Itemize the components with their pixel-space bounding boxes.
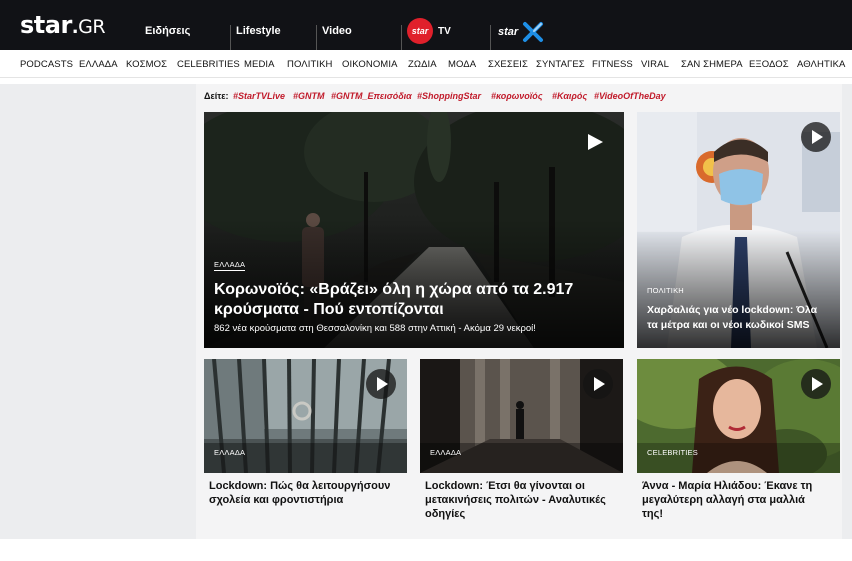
play-icon[interactable] <box>801 369 831 399</box>
category-politics[interactable]: ΠΟΛΙΤΙΚΗ <box>287 59 333 70</box>
nav-divider <box>490 25 491 50</box>
trending-tag-startvlive[interactable]: #StarTVLive <box>233 91 285 101</box>
category-world[interactable]: ΚΟΣΜΟΣ <box>126 59 167 70</box>
nav-divider <box>316 25 317 50</box>
nav-divider <box>401 25 402 50</box>
main-story-subtitle: 862 νέα κρούσματα στη Θεσσαλονίκη και 58… <box>214 323 536 334</box>
category-relationships[interactable]: ΣΧΕΣΕΙΣ <box>488 59 528 70</box>
trending-label: Δείτε: <box>204 91 229 101</box>
side-story-title[interactable]: Χαρδαλιάς για νέο lockdown: Όλα τα μέτρα… <box>647 303 837 333</box>
category-horoscope[interactable]: ΖΩΔΙΑ <box>408 59 437 70</box>
nav-news[interactable]: Ειδήσεις <box>145 25 190 37</box>
trending-tag-coronavirus[interactable]: #κορωνοϊός <box>491 91 543 101</box>
trending-tag-gntm-episodes[interactable]: #GNTM_Επεισόδια <box>331 91 412 101</box>
category-fashion[interactable]: ΜΟΔΑ <box>448 59 476 70</box>
play-icon[interactable] <box>801 122 831 152</box>
play-icon[interactable] <box>588 134 603 150</box>
category-fitness[interactable]: FITNESS <box>592 59 633 70</box>
star-x-label[interactable]: star <box>498 26 518 38</box>
category-recipes[interactable]: ΣΥΝΤΑΓΕΣ <box>536 59 585 70</box>
category-media[interactable]: MEDIA <box>244 59 275 70</box>
category-on-this-day[interactable]: ΣΑΝ ΣΗΜΕΡΑ <box>681 59 743 70</box>
category-nav: PODCASTS ΕΛΛΑΔΑ ΚΟΣΜΟΣ CELEBRITIES MEDIA… <box>0 50 852 78</box>
nav-video[interactable]: Video <box>322 25 352 37</box>
star-x-icon[interactable] <box>522 21 544 43</box>
story-category-movements[interactable]: ΕΛΛΑΔΑ <box>430 448 461 457</box>
star-tv-logo[interactable]: star <box>407 18 433 44</box>
side-story-category[interactable]: ΠΟΛΙΤΙΚΗ <box>647 286 684 295</box>
story-title-schools[interactable]: Lockdown: Πώς θα λειτουργήσουν σχολεία κ… <box>209 479 404 507</box>
star-tv-label[interactable]: TV <box>438 26 451 37</box>
trending-tag-gntm[interactable]: #GNTM <box>293 91 325 101</box>
nav-divider <box>230 25 231 50</box>
main-story-category[interactable]: ΕΛΛΑΔΑ <box>214 260 245 271</box>
category-podcasts[interactable]: PODCASTS <box>20 59 73 70</box>
right-margin-area <box>842 84 852 539</box>
play-icon[interactable] <box>366 369 396 399</box>
category-greece[interactable]: ΕΛΛΑΔΑ <box>79 59 118 70</box>
trending-tag-weather[interactable]: #Καιρός <box>552 91 587 101</box>
trending-tag-shoppingstar[interactable]: #ShoppingStar <box>417 91 481 101</box>
play-icon[interactable] <box>583 369 613 399</box>
trending-tag-videooftheday[interactable]: #VideoOfTheDay <box>594 91 666 101</box>
story-title-celebrity[interactable]: Άννα - Μαρία Ηλιάδου: Έκανε τη μεγαλύτερ… <box>642 479 837 521</box>
top-bar: star.GR Ειδήσεις Lifestyle Video star TV… <box>0 0 852 50</box>
main-story-title[interactable]: Κορωνοϊός: «Βράζει» όλη η χώρα από τα 2.… <box>214 280 614 320</box>
left-sidebar-area <box>0 84 196 539</box>
nav-lifestyle[interactable]: Lifestyle <box>236 25 281 37</box>
story-category-schools[interactable]: ΕΛΛΑΔΑ <box>214 448 245 457</box>
site-logo[interactable]: star.GR <box>20 11 106 39</box>
category-celebrities[interactable]: CELEBRITIES <box>177 59 240 70</box>
category-sports[interactable]: ΑΘΛΗΤΙΚΑ <box>797 59 845 70</box>
category-economy[interactable]: ΟΙΚΟΝΟΜΙΑ <box>342 59 398 70</box>
story-category-celebrity[interactable]: CELEBRITIES <box>647 448 698 457</box>
category-going-out[interactable]: ΕΞΟΔΟΣ <box>749 59 789 70</box>
story-title-movements[interactable]: Lockdown: Έτσι θα γίνονται οι μετακινήσε… <box>425 479 620 521</box>
category-viral[interactable]: VIRAL <box>641 59 669 70</box>
